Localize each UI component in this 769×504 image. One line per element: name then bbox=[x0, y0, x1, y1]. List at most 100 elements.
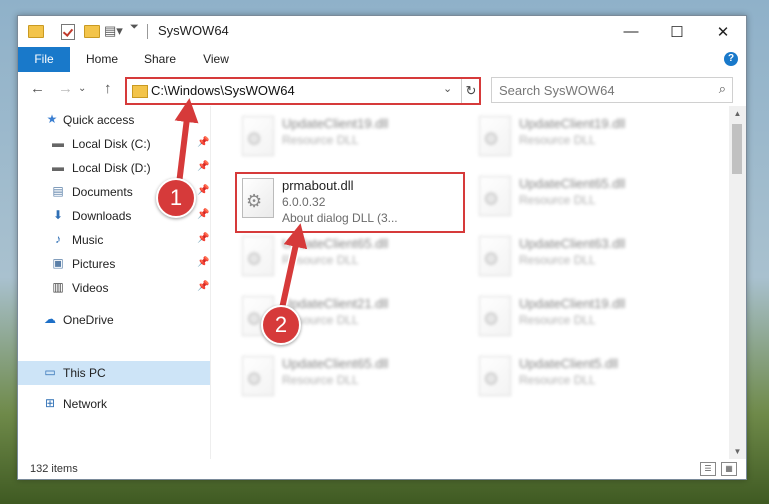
file-name: UpdateClient63.dll bbox=[519, 236, 626, 251]
file-type: Resource DLL bbox=[519, 313, 596, 327]
file-name: UpdateClient5.dll bbox=[519, 356, 619, 371]
file-tile[interactable]: UpdateClient65.dll Resource DLL bbox=[238, 354, 458, 404]
pin-icon[interactable]: 📌 bbox=[197, 257, 209, 268]
step-2-badge: 2 bbox=[261, 305, 301, 345]
nav-label: Local Disk (D:) bbox=[72, 161, 151, 175]
tab-home[interactable]: Home bbox=[82, 47, 122, 72]
chevron-down-icon[interactable]: ⌄ bbox=[443, 82, 452, 95]
tab-view[interactable]: View bbox=[198, 47, 234, 72]
file-type: Resource DLL bbox=[282, 373, 359, 387]
pictures-icon: ▣ bbox=[52, 256, 64, 270]
nav-item-this-pc[interactable]: ▭ This PC bbox=[18, 361, 210, 385]
address-bar[interactable]: C:\Windows\SysWOW64 ⌄ ↻ bbox=[125, 77, 481, 105]
tab-file[interactable]: File bbox=[18, 47, 70, 72]
quick-access-toolbar-icon[interactable]: ▤▾ bbox=[104, 23, 123, 39]
scroll-up-icon[interactable]: ▲ bbox=[729, 109, 746, 118]
dll-file-icon bbox=[479, 116, 511, 156]
drive-icon: ▬ bbox=[52, 136, 64, 150]
file-tile[interactable]: UpdateClient19.dll Resource DLL bbox=[475, 114, 695, 164]
file-type: Resource DLL bbox=[519, 133, 596, 147]
video-icon: ▥ bbox=[52, 280, 64, 294]
address-path[interactable]: C:\Windows\SysWOW64 bbox=[151, 83, 295, 98]
star-icon: ★ bbox=[46, 112, 58, 126]
nav-item-network[interactable]: ⊞ Network bbox=[18, 393, 210, 415]
nav-item-videos[interactable]: ▥ Videos 📌 bbox=[18, 277, 210, 299]
folder-icon bbox=[132, 85, 148, 98]
file-tile[interactable]: UpdateClient5.dll Resource DLL bbox=[475, 354, 695, 404]
title-bar: ▤▾ ⏷ SysWOW64 — ☐ ✕ bbox=[18, 16, 746, 47]
search-input[interactable]: Search SysWOW64 ⌕ bbox=[491, 77, 733, 103]
nav-label: Quick access bbox=[63, 113, 135, 127]
nav-label: Music bbox=[72, 233, 104, 247]
customize-toolbar-icon[interactable]: ⏷ bbox=[130, 21, 139, 37]
nav-item-local-disk-d[interactable]: ▬ Local Disk (D:) 📌 bbox=[18, 157, 210, 179]
file-name: UpdateClient19.dll bbox=[519, 296, 626, 311]
file-tile[interactable]: UpdateClient65.dll Resource DLL bbox=[475, 174, 695, 224]
pin-icon[interactable]: 📌 bbox=[197, 233, 209, 244]
folder-icon bbox=[28, 25, 44, 38]
ribbon: File Home Share View ? bbox=[18, 47, 746, 73]
file-tile[interactable]: UpdateClient63.dll Resource DLL bbox=[475, 234, 695, 284]
pin-icon[interactable]: 📌 bbox=[197, 185, 209, 196]
music-icon: ♪ bbox=[55, 232, 61, 246]
file-type: Resource DLL bbox=[519, 193, 596, 207]
properties-icon[interactable] bbox=[61, 24, 75, 40]
minimize-button[interactable]: — bbox=[608, 16, 654, 47]
cloud-icon: ☁ bbox=[44, 312, 56, 326]
nav-item-music[interactable]: ♪ Music 📌 bbox=[18, 229, 210, 251]
file-list: UpdateClient19.dll Resource DLL UpdateCl… bbox=[211, 106, 729, 459]
file-tile[interactable]: UpdateClient19.dll Resource DLL bbox=[475, 294, 695, 344]
nav-item-pictures[interactable]: ▣ Pictures 📌 bbox=[18, 253, 210, 275]
tab-share[interactable]: Share bbox=[140, 47, 180, 72]
pin-icon[interactable]: 📌 bbox=[197, 137, 209, 148]
search-icon[interactable]: ⌕ bbox=[719, 81, 726, 97]
nav-item-onedrive[interactable]: ☁ OneDrive bbox=[18, 309, 210, 331]
back-arrow-icon[interactable]: ← bbox=[30, 80, 45, 97]
step-1-badge: 1 bbox=[156, 178, 196, 218]
vertical-scrollbar[interactable]: ▲ ▼ bbox=[729, 106, 746, 459]
file-name: UpdateClient19.dll bbox=[519, 116, 626, 131]
pin-icon[interactable]: 📌 bbox=[197, 209, 209, 220]
file-name: UpdateClient19.dll bbox=[282, 116, 389, 131]
forward-arrow-icon[interactable]: → bbox=[58, 80, 73, 97]
dll-file-icon bbox=[242, 356, 274, 396]
drive-icon: ▬ bbox=[52, 160, 64, 174]
nav-label: Pictures bbox=[72, 257, 116, 271]
address-row: ← → ⌄ ↑ C:\Windows\SysWOW64 ⌄ ↻ Search S… bbox=[18, 72, 746, 106]
file-type: Resource DLL bbox=[519, 373, 596, 387]
file-type: Resource DLL bbox=[519, 253, 596, 267]
details-view-icon[interactable]: ☰ bbox=[700, 462, 716, 476]
pin-icon[interactable]: 📌 bbox=[197, 281, 209, 292]
nav-item-local-disk-c[interactable]: ▬ Local Disk (C:) 📌 bbox=[18, 133, 210, 155]
dll-file-icon bbox=[479, 296, 511, 336]
close-button[interactable]: ✕ bbox=[700, 16, 746, 47]
refresh-button[interactable]: ↻ bbox=[461, 79, 480, 103]
new-folder-icon[interactable] bbox=[84, 25, 100, 38]
window-title: SysWOW64 bbox=[158, 23, 229, 38]
title-separator bbox=[147, 24, 148, 39]
dll-file-icon bbox=[479, 236, 511, 276]
scroll-thumb[interactable] bbox=[732, 124, 742, 174]
maximize-button[interactable]: ☐ bbox=[654, 16, 700, 47]
nav-label: Documents bbox=[72, 185, 133, 199]
tiles-view-icon[interactable]: ▦ bbox=[721, 462, 737, 476]
file-name: UpdateClient65.dll bbox=[282, 356, 389, 371]
navigation-pane: ★ Quick access ▬ Local Disk (C:) 📌 ▬ Loc… bbox=[18, 106, 211, 459]
up-arrow-icon[interactable]: ↑ bbox=[104, 80, 112, 97]
pin-icon[interactable]: 📌 bbox=[197, 161, 209, 172]
file-name: UpdateClient65.dll bbox=[282, 236, 389, 251]
file-tile[interactable]: UpdateClient19.dll Resource DLL bbox=[238, 114, 458, 164]
network-icon: ⊞ bbox=[44, 396, 56, 410]
scroll-down-icon[interactable]: ▼ bbox=[729, 447, 746, 456]
documents-icon: ▤ bbox=[52, 184, 64, 198]
nav-label: OneDrive bbox=[63, 313, 114, 327]
dll-file-icon bbox=[479, 176, 511, 216]
nav-item-quick-access[interactable]: ★ Quick access bbox=[18, 109, 210, 131]
status-bar: 132 items ☰ ▦ bbox=[18, 459, 746, 479]
file-tile[interactable]: UpdateClient65.dll Resource DLL bbox=[238, 234, 458, 284]
dll-file-icon bbox=[242, 236, 274, 276]
help-button[interactable]: ? bbox=[724, 52, 738, 66]
nav-label: This PC bbox=[63, 366, 106, 380]
recent-chevron-icon[interactable]: ⌄ bbox=[78, 83, 86, 94]
file-type: Resource DLL bbox=[282, 133, 359, 147]
